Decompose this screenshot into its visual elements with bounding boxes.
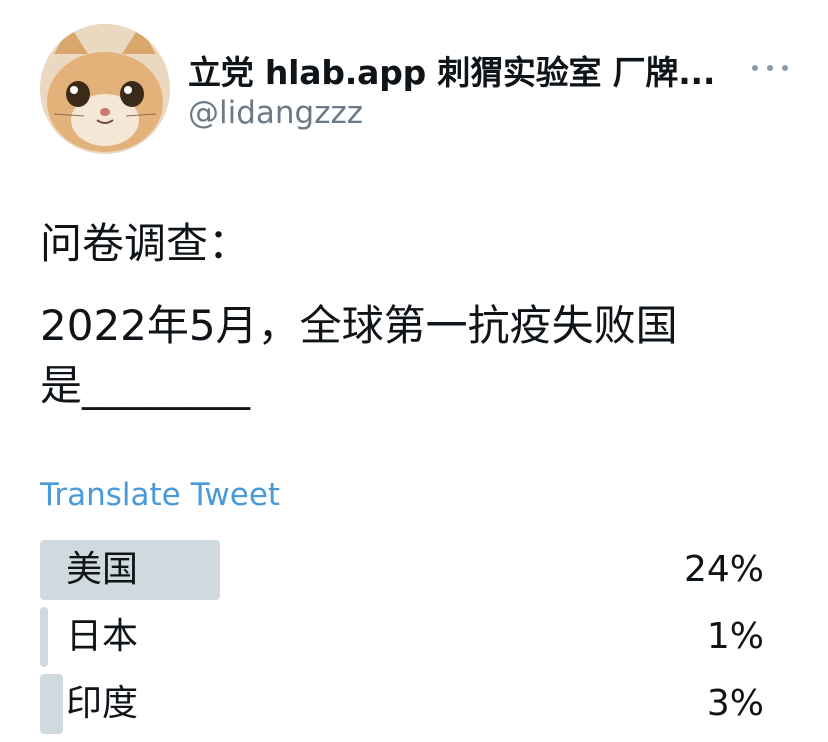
poll-option-label: 日本	[66, 616, 139, 657]
more-dot	[752, 65, 758, 71]
cat-face-icon	[40, 24, 170, 154]
more-dot	[767, 65, 773, 71]
tweet-text-line: 是________	[40, 361, 251, 410]
poll-option: 美国 24%	[40, 540, 770, 602]
more-dot	[782, 65, 788, 71]
tweet-card: 立党 hlab.app 刺猬实验室 厂牌... @lidangzzz 问卷调查：…	[0, 0, 828, 742]
poll-option-percent: 3%	[706, 683, 764, 724]
poll-result-bar	[40, 607, 48, 667]
translate-tweet-link[interactable]: Translate Tweet	[40, 477, 280, 513]
poll-option-label: 美国	[66, 549, 139, 590]
poll: 美国 24% 日本 1% 印度 3%	[40, 540, 770, 741]
tweet-text-line: 2022年5月，全球第一抗疫失败国	[40, 301, 678, 350]
poll-option-percent: 1%	[706, 616, 764, 657]
cat-face-avatar[interactable]	[40, 24, 170, 154]
poll-option-percent: 24%	[683, 549, 764, 590]
author-handle[interactable]: @lidangzzz	[188, 95, 363, 131]
poll-option-label: 印度	[66, 683, 139, 724]
more-horizontal-icon[interactable]	[752, 56, 788, 80]
author-display-name[interactable]: 立党 hlab.app 刺猬实验室 厂牌...	[188, 46, 715, 94]
tweet-text: 问卷调查： 2022年5月，全球第一抗疫失败国 是________	[40, 214, 800, 416]
tweet-text-line: 问卷调查：	[40, 219, 251, 268]
poll-result-bar	[40, 674, 63, 734]
poll-option: 印度 3%	[40, 674, 770, 736]
poll-option: 日本 1%	[40, 607, 770, 669]
